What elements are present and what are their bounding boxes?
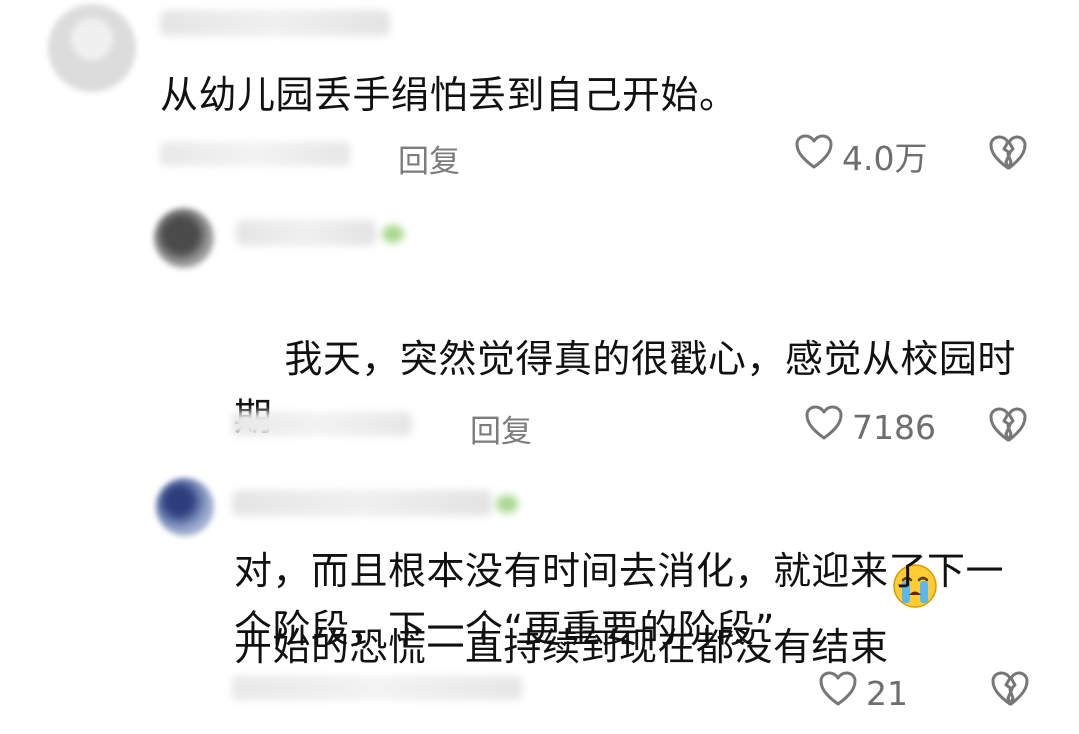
heart-icon — [804, 404, 844, 450]
comment-meta — [232, 412, 412, 436]
like-count: 4.0万 — [842, 139, 928, 178]
broken-heart-icon — [988, 134, 1028, 176]
like-count: 7186 — [852, 407, 936, 447]
author-badge — [382, 225, 404, 243]
like-button[interactable]: 21 — [818, 670, 908, 716]
comment-text: 从幼儿园丢手绢怕丢到自己开始。 — [160, 73, 738, 117]
comment-text: 对，而且根本没有时间去消化，就迎来了下一 个阶段，下一个“更重要的阶段” — [234, 549, 1005, 651]
comment-meta — [232, 676, 522, 700]
like-button[interactable]: 4.0万 — [794, 132, 927, 180]
comment-meta — [160, 142, 350, 166]
avatar[interactable] — [156, 478, 214, 536]
broken-heart-icon — [990, 670, 1030, 712]
like-button[interactable]: 7186 — [804, 404, 936, 450]
username[interactable] — [236, 220, 376, 246]
username[interactable] — [160, 10, 390, 36]
avatar[interactable] — [48, 4, 136, 92]
dislike-button[interactable] — [988, 406, 1028, 448]
reply-button[interactable]: 回复 — [398, 136, 460, 181]
author-badge — [496, 495, 518, 513]
dislike-button[interactable] — [990, 670, 1030, 712]
reply-button[interactable]: 回复 — [470, 406, 532, 451]
dislike-button[interactable] — [988, 134, 1028, 176]
avatar[interactable] — [154, 208, 214, 268]
username[interactable] — [232, 490, 492, 516]
like-count: 21 — [866, 673, 908, 713]
heart-icon — [794, 133, 834, 179]
heart-icon — [818, 670, 858, 716]
crying-face-icon — [891, 446, 939, 608]
broken-heart-icon — [988, 406, 1028, 448]
